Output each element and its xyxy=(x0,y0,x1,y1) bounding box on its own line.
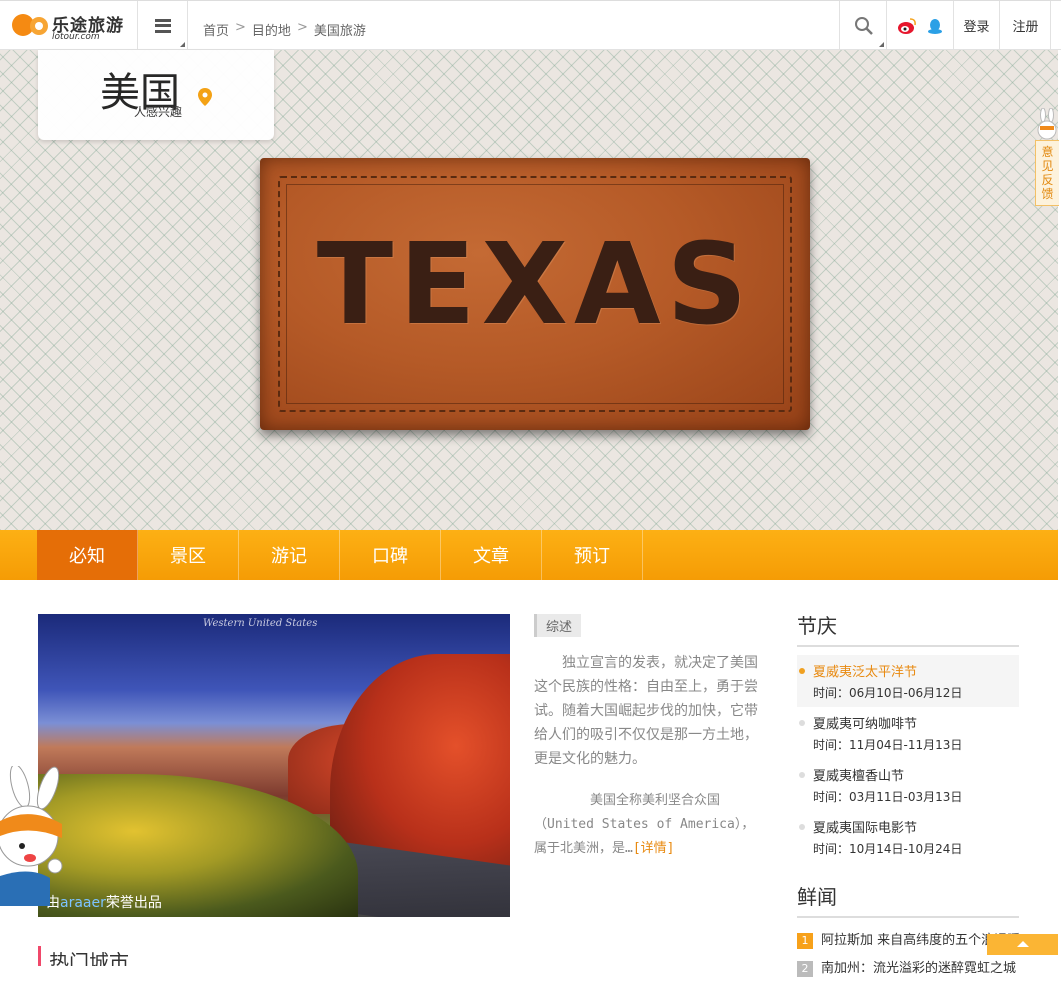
weibo-icon[interactable] xyxy=(897,17,917,35)
credit-suffix: 荣誉出品 xyxy=(105,895,162,911)
texas-leather-patch: TEXAS xyxy=(260,158,810,430)
tab-articles[interactable]: 文章 xyxy=(441,530,542,580)
overview-intro: 美国全称美利坚合众国（United States of America），属于北… xyxy=(534,789,760,861)
rabbit-mascot-icon xyxy=(1037,108,1057,140)
qq-icon[interactable] xyxy=(926,17,944,35)
rabbit-mascot xyxy=(0,766,63,906)
festival-item[interactable]: 夏威夷国际电影节 时间：10月14日-10月24日 xyxy=(797,811,1019,863)
chevron-right-icon: > xyxy=(296,20,308,35)
festival-name[interactable]: 夏威夷泛太平洋节 xyxy=(813,661,1003,680)
breadcrumb-current: 美国旅游 xyxy=(313,24,366,39)
festival-time: 时间：10月14日-10月24日 xyxy=(813,842,963,856)
festival-name[interactable]: 夏威夷国际电影节 xyxy=(813,817,1003,836)
menu-button[interactable] xyxy=(137,1,188,50)
hot-cities-heading: 热门城市 xyxy=(38,946,129,966)
feedback-label: 意见反馈 xyxy=(1035,140,1059,206)
overview-paragraph: 独立宣言的发表，就决定了美国这个民族的性格：自由至上，勇于尝试。随着大国崛起步伐… xyxy=(534,655,758,767)
bullet-icon xyxy=(799,772,805,778)
search-icon xyxy=(855,17,873,35)
news-rank: 2 xyxy=(797,961,813,977)
news-item[interactable]: 2 南加州：流光溢彩的迷醉霓虹之城 xyxy=(797,956,1019,984)
feedback-widget[interactable]: 意见反馈 xyxy=(1033,108,1061,208)
site-logo[interactable]: 乐途旅游 lotour.com xyxy=(10,9,134,45)
tab-must-know[interactable]: 必知 xyxy=(37,530,138,580)
festival-name[interactable]: 夏威夷可纳咖啡节 xyxy=(813,713,1003,732)
sidebar: 节庆 夏威夷泛太平洋节 时间：06月10日-06月12日 夏威夷可纳咖啡节 时间… xyxy=(797,610,1019,984)
logo-mark-ring xyxy=(30,17,48,35)
bullet-icon xyxy=(799,668,805,674)
hamburger-icon xyxy=(154,18,171,33)
festivals-heading: 节庆 xyxy=(797,610,1019,647)
breadcrumb-destination[interactable]: 目的地 xyxy=(252,20,291,39)
tab-travelogue[interactable]: 游记 xyxy=(239,530,340,580)
search-button[interactable] xyxy=(839,1,887,50)
festival-item[interactable]: 夏威夷泛太平洋节 时间：06月10日-06月12日 xyxy=(797,655,1019,707)
dropdown-corner-icon xyxy=(180,42,185,47)
destination-title-card: 美国 人感兴趣 xyxy=(38,50,274,140)
breadcrumb-home[interactable]: 首页 xyxy=(203,20,229,39)
overview-tag: 综述 xyxy=(534,614,582,637)
photo-watermark: Western United States xyxy=(203,618,318,629)
destination-photo[interactable]: Western United States 由araaer荣誉出品 xyxy=(38,614,510,917)
breadcrumb: 首页 > 目的地 > 美国旅游 xyxy=(203,20,372,39)
patch-text: TEXAS xyxy=(316,220,754,350)
tab-reviews[interactable]: 口碑 xyxy=(340,530,441,580)
bullet-icon xyxy=(799,720,805,726)
festival-time: 时间：06月10日-06月12日 xyxy=(813,686,963,700)
news-item[interactable]: 1 阿拉斯加 来自高纬度的五个浪漫瞬间 xyxy=(797,928,1019,956)
festival-item[interactable]: 夏威夷檀香山节 时间：03月11日-03月13日 xyxy=(797,759,1019,811)
top-bar: 乐途旅游 lotour.com 首页 > 目的地 > 美国旅游 登录 注册 xyxy=(0,0,1061,50)
festival-time: 时间：03月11日-03月13日 xyxy=(813,790,963,804)
interest-count-label: 人感兴趣 xyxy=(134,105,183,119)
news-heading: 鲜闻 xyxy=(797,881,1019,918)
festival-item[interactable]: 夏威夷可纳咖啡节 时间：11月04日-11月13日 xyxy=(797,707,1019,759)
dropdown-corner-icon xyxy=(879,42,884,47)
tab-scenic[interactable]: 景区 xyxy=(138,530,239,580)
register-link[interactable]: 注册 xyxy=(1001,1,1051,50)
details-link[interactable]: [详情] xyxy=(633,841,675,856)
news-rank: 1 xyxy=(797,933,813,949)
news-title[interactable]: 南加州：流光溢彩的迷醉霓虹之城 xyxy=(821,961,1016,976)
festival-time: 时间：11月04日-11月13日 xyxy=(813,738,963,752)
tab-booking[interactable]: 预订 xyxy=(542,530,643,580)
bullet-icon xyxy=(799,824,805,830)
login-link[interactable]: 登录 xyxy=(953,1,1000,50)
section-tabs: 必知 景区 游记 口碑 文章 预订 xyxy=(0,530,1058,580)
back-to-top-button[interactable] xyxy=(987,934,1058,955)
logo-domain: lotour.com xyxy=(52,32,100,42)
location-pin-icon[interactable] xyxy=(198,88,212,106)
chevron-right-icon: > xyxy=(235,20,246,35)
overview-section: 综述 独立宣言的发表，就决定了美国这个民族的性格：自由至上，勇于尝试。随着大国崛… xyxy=(534,614,760,861)
festival-name[interactable]: 夏威夷檀香山节 xyxy=(813,765,1003,784)
